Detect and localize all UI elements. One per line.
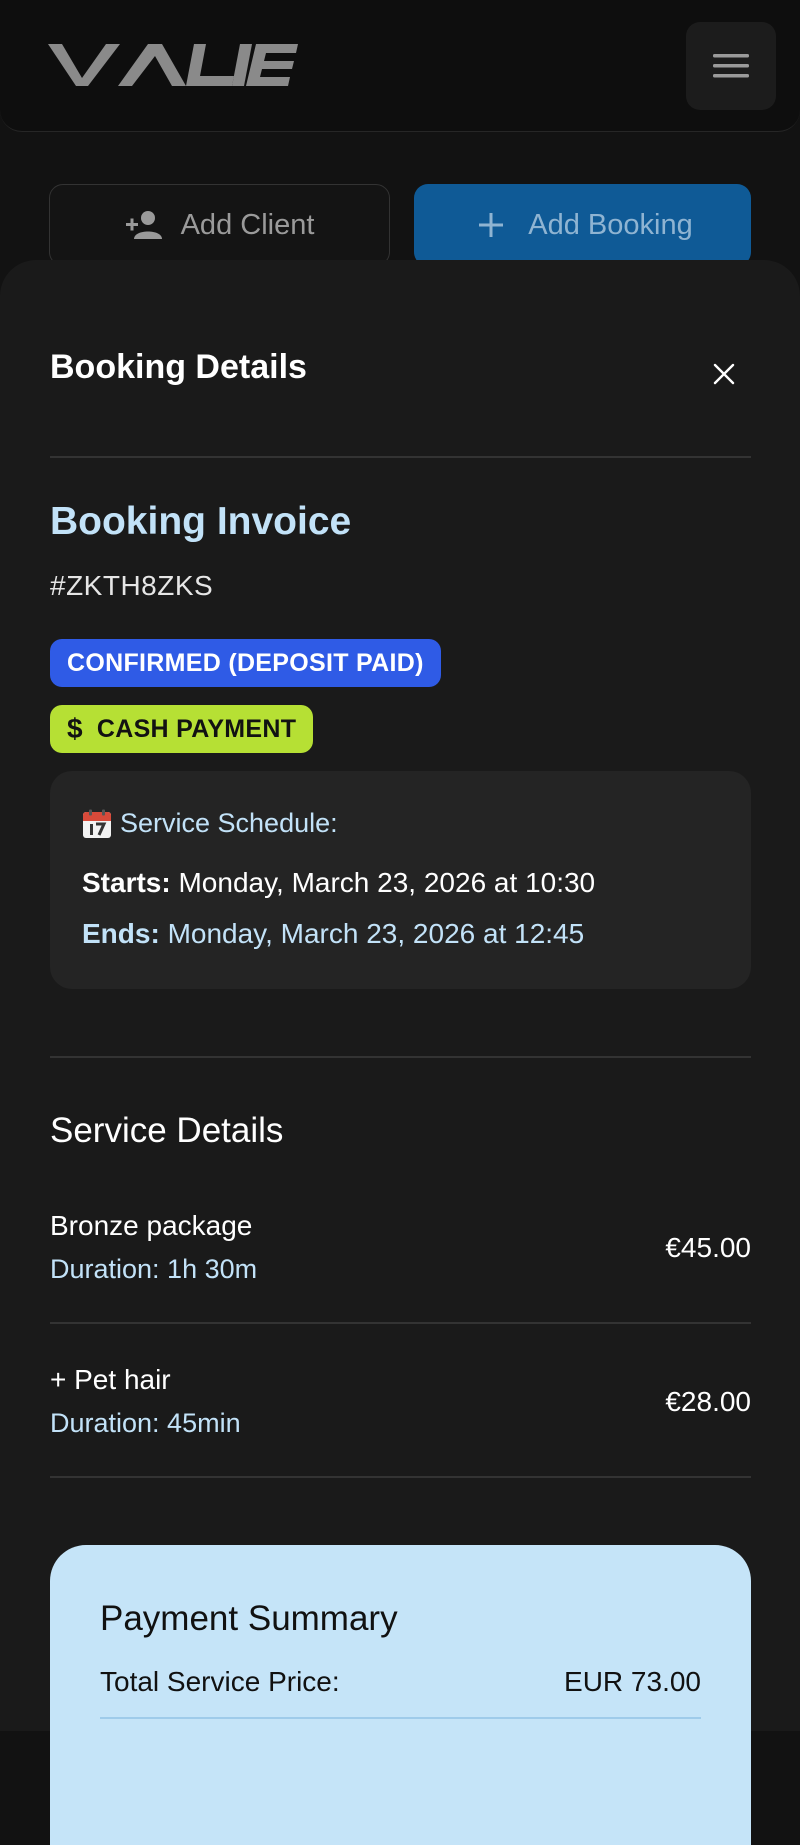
status-badge-label: CONFIRMED (DEPOSIT PAID) xyxy=(67,648,424,677)
close-button[interactable] xyxy=(700,350,748,398)
sheet-title: Booking Details xyxy=(50,348,307,386)
schedule-heading-text: Service Schedule: xyxy=(120,808,338,838)
total-price-value: EUR 73.00 xyxy=(564,1666,701,1697)
add-client-button[interactable]: Add Client xyxy=(49,184,390,266)
ends-value: Monday, March 23, 2026 at 12:45 xyxy=(167,918,585,949)
plus-icon xyxy=(479,213,504,237)
payment-summary-card: Payment Summary Total Service Price: EUR… xyxy=(50,1545,751,1845)
service-duration: Duration: 45min xyxy=(50,1408,241,1438)
close-icon xyxy=(713,363,735,385)
dollar-icon: $ xyxy=(67,713,83,744)
schedule-ends: Ends: Monday, March 23, 2026 at 12:45 xyxy=(82,918,584,950)
person-add-icon xyxy=(125,211,162,239)
valie-logo[interactable] xyxy=(48,40,298,90)
payment-method-label: CASH PAYMENT xyxy=(96,714,297,743)
service-item: Bronze package Duration: 1h 30m €45.00 xyxy=(50,1210,751,1320)
add-client-label: Add Client xyxy=(180,208,315,241)
add-booking-label: Add Booking xyxy=(528,208,693,241)
total-price-row: Total Service Price: EUR 73.00 xyxy=(100,1666,701,1698)
schedule-divider xyxy=(50,1056,751,1058)
service-price: €45.00 xyxy=(665,1232,751,1263)
invoice-title: Booking Invoice xyxy=(50,500,352,543)
service-name: Bronze package xyxy=(50,1210,253,1241)
schedule-starts: Starts: Monday, March 23, 2026 at 10:30 xyxy=(82,867,595,899)
ends-label: Ends: xyxy=(82,918,160,949)
service-name: + Pet hair xyxy=(50,1364,171,1395)
starts-value: Monday, March 23, 2026 at 10:30 xyxy=(178,867,596,898)
header-divider xyxy=(50,456,751,458)
service-divider xyxy=(50,1322,751,1324)
service-divider xyxy=(50,1476,751,1478)
schedule-heading: Service Schedule: xyxy=(82,808,338,839)
status-badge: CONFIRMED (DEPOSIT PAID) xyxy=(50,639,441,687)
add-booking-button[interactable]: Add Booking xyxy=(414,184,751,266)
service-schedule-card: Service Schedule: Starts: Monday, March … xyxy=(50,771,751,989)
booking-details-sheet: Booking Details Booking Invoice #ZKTH8ZK… xyxy=(0,260,800,1845)
payment-method-badge: $ CASH PAYMENT xyxy=(50,705,314,753)
service-item: + Pet hair Duration: 45min €28.00 xyxy=(50,1364,751,1474)
invoice-id: #ZKTH8ZKS xyxy=(50,570,214,601)
calendar-icon xyxy=(83,809,111,838)
top-bar xyxy=(0,0,800,132)
hamburger-menu-button[interactable] xyxy=(686,22,776,110)
total-price-label: Total Service Price: xyxy=(100,1666,340,1697)
payment-divider xyxy=(100,1717,701,1719)
payment-summary-title: Payment Summary xyxy=(100,1599,398,1638)
service-details-title: Service Details xyxy=(50,1111,284,1150)
starts-label: Starts: xyxy=(82,867,171,898)
service-price: €28.00 xyxy=(665,1386,751,1417)
hamburger-icon xyxy=(713,54,749,78)
service-duration: Duration: 1h 30m xyxy=(50,1254,258,1284)
